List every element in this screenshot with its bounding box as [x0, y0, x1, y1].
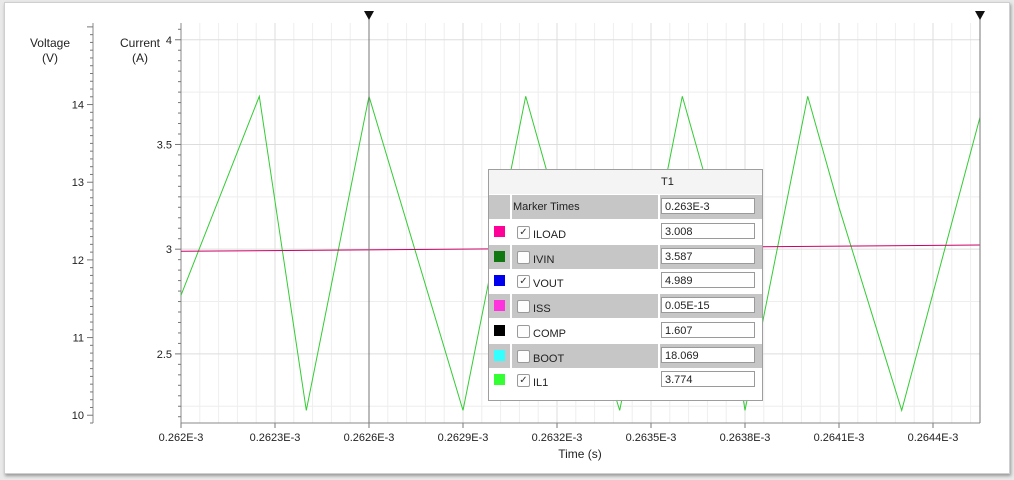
marker-column-header: T1 [661, 176, 674, 188]
signal-visible-checkbox[interactable]: ✓ [517, 275, 530, 289]
voltage-axis-tick-label: 10 [72, 410, 84, 422]
signal-color-swatch [494, 349, 505, 361]
x-tick-label: 0.2632E-3 [532, 432, 583, 444]
signal-value-field[interactable]: 3.774 [661, 371, 755, 388]
marker-values-panel: T1 Marker Times 0.263E-3 ✓ ILOAD 3.008 IVIN… [488, 169, 763, 401]
signal-name: ILOAD [533, 229, 567, 241]
current-axis-title: Current (A) [113, 36, 167, 66]
marker-handle-icon[interactable] [975, 11, 985, 20]
signal-value-field[interactable]: 3.587 [661, 247, 755, 264]
voltage-axis-title: Voltage (V) [23, 36, 77, 66]
signal-value-field[interactable]: 4.989 [661, 272, 755, 289]
signal-visible-checkbox[interactable] [517, 300, 530, 314]
signal-name: ISS [533, 303, 551, 316]
current-axis-tick-label: 2.5 [157, 349, 172, 361]
current-axis-title-line2: (A) [132, 51, 148, 65]
signal-row-il1: ✓ IL1 3.774 [489, 368, 762, 393]
voltage-axis-title-line2: (V) [42, 51, 58, 65]
signal-row-comp: COMP 1.607 [489, 318, 762, 343]
x-tick-label: 0.2629E-3 [438, 432, 489, 444]
signal-row-vout: ✓ VOUT 4.989 [489, 269, 762, 294]
x-tick-label: 0.262E-3 [159, 432, 204, 444]
voltage-axis-tick-label: 14 [72, 100, 84, 112]
signal-color-swatch [494, 275, 505, 287]
signal-value-field[interactable]: 0.05E-15 [661, 297, 755, 314]
signal-value-field[interactable]: 1.607 [661, 321, 755, 338]
signal-value-field[interactable]: 18.069 [661, 346, 755, 363]
time-axis-title: Time (s) [558, 447, 602, 461]
signal-row-boot: BOOT 18.069 [489, 343, 762, 368]
x-tick-label: 0.2626E-3 [344, 432, 395, 444]
signal-color-swatch [494, 300, 505, 312]
current-axis-tick-label: 3 [166, 244, 172, 256]
signal-color-swatch [494, 324, 505, 336]
signal-visible-checkbox[interactable] [517, 324, 530, 338]
voltage-axis-title-line1: Voltage [29, 36, 71, 50]
waveform-window: 0.262E-3 0.2623E-3 0.2626E-3 0.2629E-3 0.263… [4, 2, 1010, 474]
signal-name: VOUT [533, 278, 564, 291]
signal-name: COMP [533, 327, 566, 340]
signal-row-iss: ISS 0.05E-15 [489, 294, 762, 319]
signal-color-swatch [494, 374, 505, 386]
marker-times-row: Marker Times 0.263E-3 [489, 195, 762, 219]
signal-color-swatch [494, 226, 505, 237]
voltage-axis-tick-label: 13 [72, 177, 84, 189]
signal-visible-checkbox[interactable]: ✓ [517, 374, 530, 388]
marker-time-field[interactable]: 0.263E-3 [661, 198, 755, 214]
marker-handle-icon[interactable] [364, 11, 374, 20]
current-axis-tick-label: 3.5 [157, 139, 172, 151]
current-axis-title-line1: Current [119, 36, 160, 50]
x-tick-label: 0.2635E-3 [626, 432, 677, 444]
signal-visible-checkbox[interactable] [517, 349, 530, 363]
signal-name: BOOT [533, 352, 565, 365]
signal-color-swatch [494, 250, 505, 262]
signal-value-field[interactable]: 3.008 [661, 223, 755, 239]
marker-panel-header: T1 [489, 170, 762, 194]
signal-name: IVIN [533, 253, 555, 266]
voltage-axis-tick-label: 11 [73, 333, 84, 345]
signal-row-iload: ✓ ILOAD 3.008 [489, 220, 762, 244]
x-tick-label: 0.2638E-3 [720, 432, 771, 444]
x-tick-label: 0.2644E-3 [908, 432, 959, 444]
signal-row-ivin: IVIN 3.587 [489, 244, 762, 269]
signal-visible-checkbox[interactable]: ✓ [517, 226, 530, 239]
voltage-axis-tick-label: 12 [72, 255, 84, 267]
x-tick-label: 0.2641E-3 [814, 432, 865, 444]
marker-times-label: Marker Times [513, 201, 580, 213]
signal-name: IL1 [533, 377, 549, 390]
x-tick-label: 0.2623E-3 [250, 432, 301, 444]
signal-visible-checkbox[interactable] [517, 250, 530, 264]
